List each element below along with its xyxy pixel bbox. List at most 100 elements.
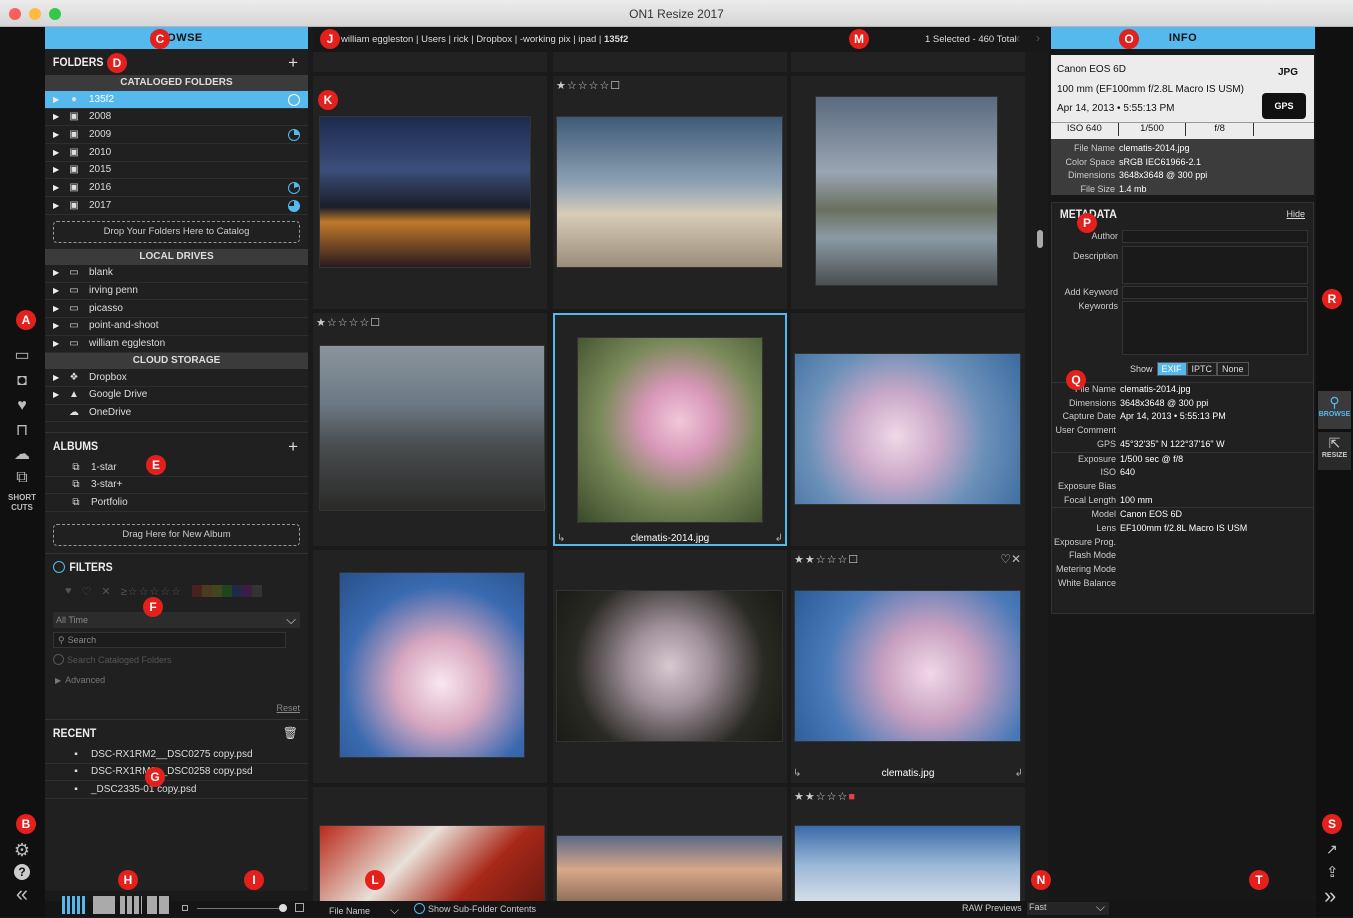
star-rating[interactable]: ★★☆☆☆☐ [794, 553, 859, 566]
star-filter[interactable]: ≥☆☆☆☆☆ [121, 585, 182, 598]
add-folder-icon[interactable]: + [288, 53, 298, 73]
thumbnail-cell[interactable]: ★☆☆☆☆☐ [553, 76, 787, 309]
inbox-icon[interactable]: ⊓ [10, 421, 34, 439]
star-rating[interactable]: ★☆☆☆☆☐ [316, 316, 381, 329]
thumbnail-cell[interactable] [313, 787, 547, 901]
star-rating[interactable]: ★☆☆☆☆☐ [556, 79, 621, 92]
rotate-right-icon[interactable]: ↲ [775, 533, 783, 544]
add-album-icon[interactable]: + [288, 437, 298, 457]
settings-gear-icon[interactable]: ⚙ [10, 840, 34, 860]
breadcrumb-item[interactable]: -working pix [520, 34, 571, 45]
thumbnail-cell[interactable] [553, 550, 787, 783]
slider-handle[interactable] [279, 904, 287, 912]
resize-module-button[interactable]: ⇱ RESIZE [1318, 432, 1351, 470]
thumbnail-cell[interactable] [791, 313, 1025, 546]
share-icon[interactable]: ↗ [1326, 841, 1338, 858]
thumbnail-size-slider[interactable] [197, 908, 287, 909]
folder-item[interactable]: ▶ ▣ 2016 [45, 179, 308, 198]
rotate-left-icon[interactable]: ↳ [793, 768, 801, 779]
heart-icon[interactable]: ♡✕ [1000, 552, 1021, 566]
recent-item[interactable]: ▪ DSC-RX1RM2__DSC0275 copy.psd [45, 746, 308, 764]
raw-previews-select[interactable]: Fast ⌵ [1027, 900, 1109, 915]
shortcuts-label[interactable]: SHORT CUTS [8, 493, 36, 513]
folder-item[interactable]: ▶ ▣ 2008 [45, 109, 308, 127]
album-item[interactable]: ⧉ 3-star+ [45, 477, 308, 495]
star-rating[interactable]: ★★☆☆☆■ [794, 790, 856, 803]
cloud-item[interactable]: ☁ OneDrive [45, 405, 308, 423]
trash-icon[interactable]: 🗑 [283, 726, 298, 740]
single-view-icon[interactable] [93, 896, 115, 914]
thumbnail-cell-selected[interactable]: clematis-2014.jpg ↳ ↲ [553, 313, 787, 546]
camera-icon[interactable]: ◘ [10, 372, 34, 390]
next-arrow-icon[interactable]: › [1036, 31, 1040, 45]
none-tab[interactable]: None [1217, 362, 1249, 376]
thumbnail-cell[interactable] [313, 550, 547, 783]
sort-select[interactable]: File Name ⌵ [329, 903, 399, 918]
folder-item[interactable]: ▶ ▣ 2009 [45, 126, 308, 145]
reject-filter-icon[interactable]: ✕ [101, 585, 110, 598]
recent-item[interactable]: ▪ _DSC2335-01 copy.psd [45, 781, 308, 800]
thumbnail-cell[interactable] [313, 52, 547, 72]
computer-icon[interactable]: ▭ [10, 346, 34, 364]
grid-scrollbar[interactable] [1037, 230, 1043, 248]
album-item[interactable]: ⧉ Portfolio [45, 494, 308, 513]
cloud-item[interactable]: ▶ ❖ Dropbox [45, 369, 308, 387]
add-keyword-field[interactable] [1122, 286, 1308, 299]
breadcrumb-item[interactable]: rick [454, 34, 469, 45]
thumbnail-cell[interactable] [791, 76, 1025, 309]
thumbnail-cell[interactable]: ★★☆☆☆■ [791, 787, 1025, 901]
keywords-field[interactable] [1122, 301, 1308, 355]
album-item[interactable]: ⧉ 1-star [45, 459, 308, 477]
advanced-filters-toggle[interactable]: ▶ Advanced [45, 665, 308, 685]
new-album-drop-zone[interactable]: Drag Here for New Album [53, 524, 300, 547]
folder-item[interactable]: ▶ ● 135f2 [45, 91, 308, 109]
hide-metadata-link[interactable]: Hide [1286, 209, 1305, 219]
grid-view-icon[interactable] [62, 896, 86, 914]
collapse-left-icon[interactable]: « [10, 881, 34, 906]
thumbnail-cell[interactable] [553, 787, 787, 901]
recent-item[interactable]: ▪ DSC-RX1RM2__DSC0258 copy.psd [45, 764, 308, 782]
search-cataloged-option[interactable]: Search Cataloged Folders [45, 648, 308, 665]
folder-item[interactable]: ▶ ▣ 2017 [45, 197, 308, 215]
cloud-icon[interactable]: ☁ [10, 445, 34, 463]
heart-filter-icon[interactable]: ♥ [65, 585, 72, 597]
date-range-select[interactable]: All Time ⌵ [53, 612, 300, 628]
drop-folders-zone[interactable]: Drop Your Folders Here to Catalog [53, 220, 300, 243]
filters-toggle-icon[interactable] [53, 561, 65, 573]
breadcrumb-item[interactable]: Users [421, 34, 446, 45]
folder-item[interactable]: ▶ ▣ 2015 [45, 162, 308, 180]
drive-item[interactable]: ▶ ▭ picasso [45, 300, 308, 318]
thumbnail-cell[interactable]: ★☆☆☆☆☐ [313, 313, 547, 546]
thumbnail-cell[interactable]: ★★☆☆☆☐ ♡✕ clematis.jpg ↳ ↲ [791, 550, 1025, 783]
cloud-item[interactable]: ▶ ▲ Google Drive [45, 387, 308, 405]
gps-button[interactable]: GPS [1262, 93, 1306, 119]
breadcrumb-item[interactable]: 135f2 [604, 34, 628, 45]
breadcrumb-item[interactable]: Dropbox [476, 34, 512, 45]
prev-arrow-icon[interactable]: ‹ [1016, 31, 1020, 45]
show-subfolder-toggle[interactable]: Show Sub-Folder Contents [414, 903, 536, 914]
thumbnail-cell[interactable] [791, 52, 1025, 72]
breadcrumb-item[interactable]: ipad [578, 34, 596, 45]
compare-view-icon[interactable] [147, 896, 171, 914]
rotate-left-icon[interactable]: ↳ [557, 533, 565, 544]
rotate-right-icon[interactable]: ↲ [1015, 768, 1023, 779]
exif-tab[interactable]: EXIF [1156, 362, 1187, 376]
filmstrip-view-icon[interactable] [120, 896, 142, 914]
drive-item[interactable]: ▶ ▭ blank [45, 265, 308, 283]
iptc-tab[interactable]: IPTC [1186, 362, 1218, 376]
browse-module-button[interactable]: ⚲ BROWSE [1318, 391, 1351, 429]
description-field[interactable] [1122, 246, 1308, 284]
thumbnail-cell[interactable] [553, 52, 787, 72]
thumbnail-cell[interactable] [313, 76, 547, 309]
color-label-filter[interactable] [191, 585, 262, 597]
export-icon[interactable]: ⇪ [1326, 863, 1339, 881]
breadcrumb-item[interactable]: william eggleston [341, 34, 413, 45]
search-input[interactable]: ⚲ Search [53, 632, 286, 648]
help-icon[interactable]: ? [10, 863, 34, 881]
heart-outline-filter-icon[interactable]: ♡ [82, 585, 92, 598]
favorites-folder-icon[interactable]: ♥ [10, 397, 34, 415]
expand-right-icon[interactable]: » [1324, 883, 1336, 909]
author-field[interactable] [1122, 230, 1308, 243]
albums-icon[interactable]: ⧉ [10, 469, 34, 487]
reset-filters-link[interactable]: Reset [276, 703, 300, 713]
